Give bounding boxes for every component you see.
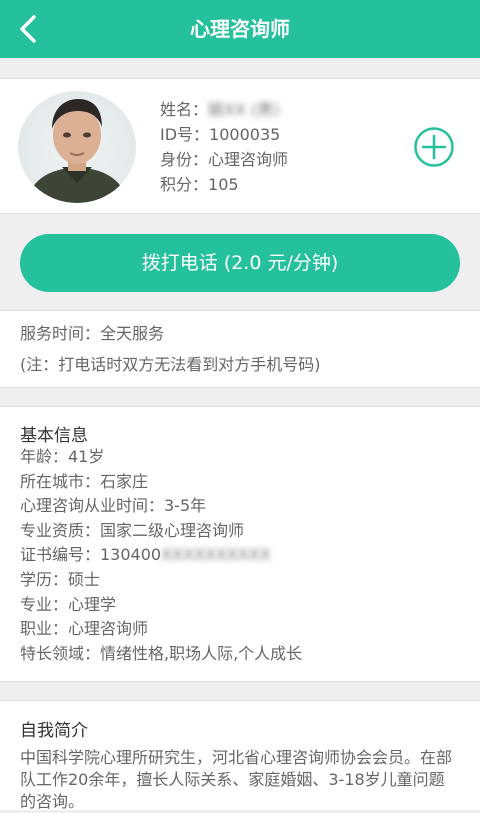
id-row: ID号：1000035 [160, 122, 288, 147]
certificate-row: 证书编号：130400XXXXXXXXXX [20, 543, 302, 568]
basic-info-list: 年龄：41岁 所在城市：石家庄 心理咨询从业时间：3-5年 专业资质：国家二级心… [20, 445, 302, 666]
plus-circle-icon [414, 127, 454, 167]
education-row: 学历：硕士 [20, 569, 101, 589]
points-label: 积分： [160, 175, 209, 194]
name-label: 姓名： [160, 100, 209, 119]
major-row: 专业：心理学 [20, 594, 117, 614]
call-section: 拨打电话 (2.0 元/分钟) [0, 214, 480, 310]
city-row: 所在城市：石家庄 [20, 471, 149, 491]
qualification-row: 专业资质：国家二级心理咨询师 [20, 520, 245, 540]
person-photo-icon [26, 99, 128, 203]
age-row: 年龄：41岁 [20, 447, 105, 466]
basic-info-title: 基本信息 [20, 426, 88, 446]
identity-value: 心理咨询师 [208, 150, 289, 169]
name-row: 姓名：姚XX (男) [160, 97, 288, 122]
avatar [18, 91, 136, 203]
add-button[interactable] [413, 126, 455, 168]
occupation-row: 职业：心理咨询师 [20, 619, 149, 639]
intro-title: 自我简介 [20, 721, 88, 741]
privacy-note-text: (注：打电话时双方无法看到对方手机号码) [20, 355, 321, 374]
experience-row: 心理咨询从业时间：3-5年 [20, 496, 207, 516]
basic-info-card: 基本信息 年龄：41岁 所在城市：石家庄 心理咨询从业时间：3-5年 专业资质：… [0, 406, 480, 682]
service-time-text: 服务时间：全天服务 [20, 324, 165, 343]
page-title: 心理咨询师 [190, 17, 290, 41]
identity-label: 身份： [160, 150, 209, 169]
id-label: ID号： [160, 125, 210, 144]
name-value: 姚XX (男) [208, 100, 280, 119]
profile-card: 姓名：姚XX (男) ID号：1000035 身份：心理咨询师 积分：105 [0, 78, 480, 214]
points-value: 105 [208, 175, 239, 194]
id-value: 1000035 [209, 125, 281, 144]
app-header: 心理咨询师 [0, 0, 480, 58]
service-card: 服务时间：全天服务 (注：打电话时双方无法看到对方手机号码) [0, 310, 480, 388]
specialty-row: 特长领域：情绪性格,职场人际,个人成长 [20, 643, 303, 663]
certificate-label: 证书编号：130400 [20, 545, 162, 565]
certificate-hidden-digits: XXXXXXXXXX [161, 545, 271, 565]
profile-details: 姓名：姚XX (男) ID号：1000035 身份：心理咨询师 积分：105 [160, 97, 288, 197]
points-row: 积分：105 [160, 172, 288, 197]
identity-row: 身份：心理咨询师 [160, 147, 288, 172]
call-button[interactable]: 拨打电话 (2.0 元/分钟) [20, 234, 460, 292]
intro-text: 中国科学院心理所研究生，河北省心理咨询师协会会员。在部队工作20余年，擅长人际关… [20, 748, 453, 811]
intro-card: 自我简介 中国科学院心理所研究生，河北省心理咨询师协会会员。在部队工作20余年，… [0, 700, 480, 811]
